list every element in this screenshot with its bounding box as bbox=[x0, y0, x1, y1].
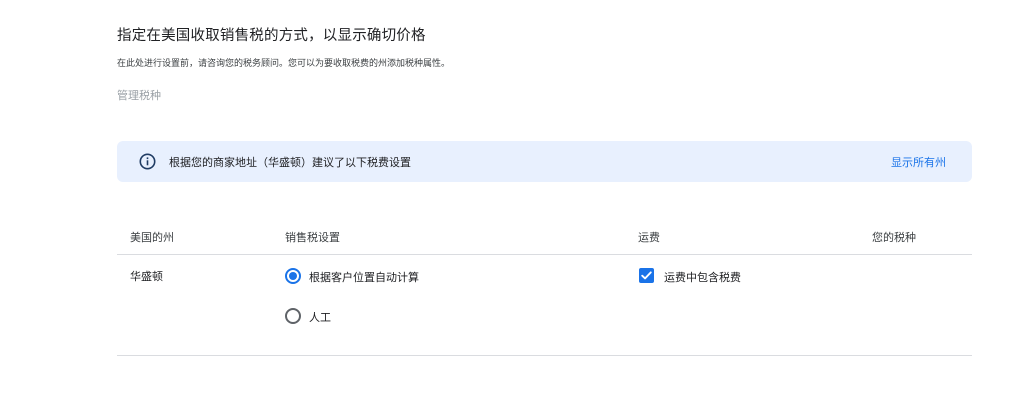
page-title: 指定在美国收取销售税的方式，以显示确切价格 bbox=[117, 28, 426, 44]
manage-tax-types-link[interactable]: 管理税种 bbox=[117, 87, 161, 103]
check-icon bbox=[641, 271, 652, 280]
column-header-sales-tax: 销售税设置 bbox=[285, 231, 340, 244]
shipping-tax-checkbox[interactable] bbox=[639, 268, 654, 283]
radio-manual-label[interactable]: 人工 bbox=[309, 309, 331, 325]
sales-tax-settings-page: 指定在美国收取销售税的方式，以显示确切价格 在此处进行设置前，请咨询您的税务顾问… bbox=[0, 0, 1024, 412]
banner-text: 根据您的商家地址（华盛顿）建议了以下税费设置 bbox=[169, 155, 411, 169]
state-cell: 华盛顿 bbox=[130, 270, 163, 283]
radio-auto-calculate[interactable] bbox=[285, 268, 301, 284]
radio-auto-calculate-label[interactable]: 根据客户位置自动计算 bbox=[309, 269, 419, 285]
table-bottom-divider bbox=[117, 355, 972, 356]
page-subtitle: 在此处进行设置前，请咨询您的税务顾问。您可以为要收取税费的州添加税种属性。 bbox=[117, 59, 451, 69]
shipping-tax-label[interactable]: 运费中包含税费 bbox=[664, 269, 741, 285]
suggestion-banner: 根据您的商家地址（华盛顿）建议了以下税费设置 显示所有州 bbox=[117, 141, 972, 182]
show-all-states-link[interactable]: 显示所有州 bbox=[891, 154, 946, 170]
column-header-tax-type: 您的税种 bbox=[872, 231, 916, 244]
column-header-state: 美国的州 bbox=[130, 231, 174, 244]
info-icon bbox=[139, 153, 156, 170]
table-header-divider bbox=[117, 254, 972, 255]
column-header-shipping: 运费 bbox=[638, 231, 660, 244]
radio-manual[interactable] bbox=[285, 308, 301, 324]
